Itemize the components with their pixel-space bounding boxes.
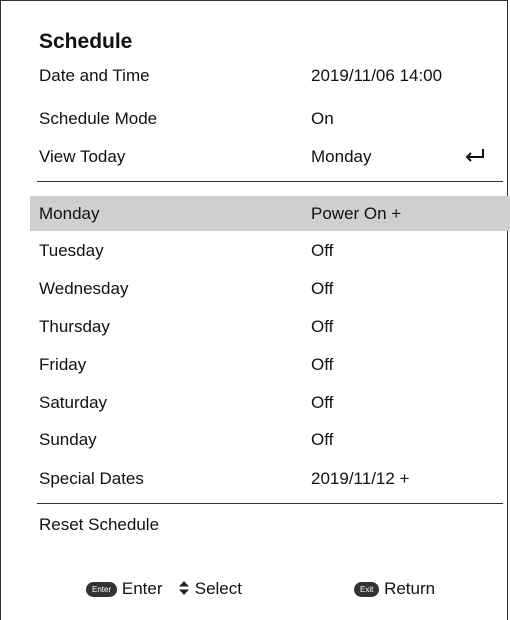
day-label: Wednesday: [39, 279, 129, 298]
reset-schedule-button[interactable]: Reset Schedule: [39, 506, 159, 544]
day-value[interactable]: Off: [311, 232, 333, 270]
date-time-value: 2019/11/06 14:00: [311, 66, 443, 85]
special-dates-label: Special Dates: [39, 469, 144, 488]
day-row-sunday[interactable]: Sunday Off: [39, 421, 499, 459]
exit-key-icon: Exit: [354, 582, 380, 597]
day-label: Sunday: [39, 430, 97, 449]
view-today-row[interactable]: View Today Monday: [39, 138, 499, 176]
schedule-mode-label: Schedule Mode: [39, 109, 158, 128]
date-time-label: Date and Time: [39, 66, 150, 85]
return-hint-label: Return: [384, 579, 436, 598]
enter-hint: Enter Enter: [86, 576, 163, 602]
day-value[interactable]: Off: [311, 384, 333, 422]
view-today-label: View Today: [39, 147, 126, 166]
reset-schedule-row[interactable]: Reset Schedule: [39, 506, 499, 544]
day-label: Saturday: [39, 393, 108, 412]
header-divider: [37, 181, 503, 182]
day-label: Thursday: [39, 317, 110, 336]
day-row-thursday[interactable]: Thursday Off: [39, 308, 499, 346]
day-label: Tuesday: [39, 241, 104, 260]
day-row-saturday[interactable]: Saturday Off: [39, 384, 499, 422]
day-value[interactable]: Off: [311, 270, 333, 308]
footer-divider: [37, 503, 503, 504]
special-dates-row[interactable]: Special Dates 2019/11/12 +: [39, 460, 499, 498]
day-row-friday[interactable]: Friday Off: [39, 346, 499, 384]
day-value[interactable]: Power On +: [311, 195, 401, 233]
select-hint: Select: [178, 576, 242, 602]
view-today-value[interactable]: Monday: [311, 138, 371, 176]
schedule-mode-value[interactable]: On: [311, 100, 334, 138]
return-hint: Exit Return: [354, 576, 435, 602]
day-value[interactable]: Off: [311, 421, 333, 459]
up-down-arrows-icon: [178, 579, 195, 598]
day-row-wednesday[interactable]: Wednesday Off: [39, 270, 499, 308]
special-dates-value[interactable]: 2019/11/12 +: [311, 460, 409, 498]
day-label: Monday: [39, 204, 100, 223]
schedule-mode-row[interactable]: Schedule Mode On: [39, 100, 499, 138]
date-time-row: Date and Time 2019/11/06 14:00: [39, 57, 499, 95]
day-value[interactable]: Off: [311, 308, 333, 346]
day-row-tuesday[interactable]: Tuesday Off: [39, 232, 499, 270]
enter-key-icon: Enter: [86, 582, 118, 597]
return-arrow-icon[interactable]: [464, 138, 486, 176]
page-title: Schedule: [39, 30, 133, 53]
day-label: Friday: [39, 355, 87, 374]
select-hint-label: Select: [194, 579, 242, 598]
day-row-monday[interactable]: Monday Power On +: [39, 195, 499, 233]
day-value[interactable]: Off: [311, 346, 333, 384]
enter-hint-label: Enter: [121, 579, 163, 598]
